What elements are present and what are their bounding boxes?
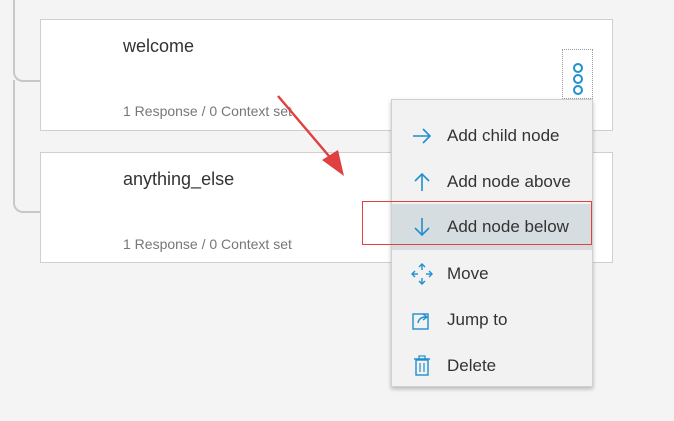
arrow-right-icon bbox=[411, 125, 433, 147]
menu-item-delete[interactable]: Delete bbox=[392, 343, 592, 389]
menu-item-label: Add child node bbox=[447, 126, 560, 145]
node-title: welcome bbox=[123, 36, 195, 56]
annotation-highlight-box bbox=[362, 201, 592, 245]
kebab-dot bbox=[573, 85, 583, 95]
jump-to-icon bbox=[411, 309, 433, 331]
node-meta: 1 Response / 0 Context set bbox=[123, 236, 292, 252]
trash-icon bbox=[411, 355, 433, 377]
menu-item-add-node-above[interactable]: Add node above bbox=[392, 159, 592, 205]
menu-item-label: Move bbox=[447, 264, 489, 283]
node-meta: 1 Response / 0 Context set bbox=[123, 103, 292, 119]
menu-item-move[interactable]: Move bbox=[392, 251, 592, 297]
tree-connector bbox=[13, 80, 43, 213]
dialog-tree-canvas: welcome 1 Response / 0 Context set anyth… bbox=[0, 0, 674, 421]
menu-item-label: Delete bbox=[447, 356, 497, 375]
arrow-up-icon bbox=[411, 171, 433, 193]
menu-item-label: Add node above bbox=[447, 172, 571, 191]
node-options-button[interactable] bbox=[562, 49, 593, 99]
menu-item-add-child-node[interactable]: Add child node bbox=[392, 113, 592, 159]
menu-item-label: Jump to bbox=[447, 310, 508, 329]
kebab-dot bbox=[573, 74, 583, 84]
move-icon bbox=[411, 263, 433, 285]
tree-connector bbox=[13, 0, 43, 82]
node-title: anything_else bbox=[123, 169, 235, 189]
kebab-dot bbox=[573, 63, 583, 73]
menu-item-jump-to[interactable]: Jump to bbox=[392, 297, 592, 343]
annotation-arrow bbox=[277, 95, 344, 176]
